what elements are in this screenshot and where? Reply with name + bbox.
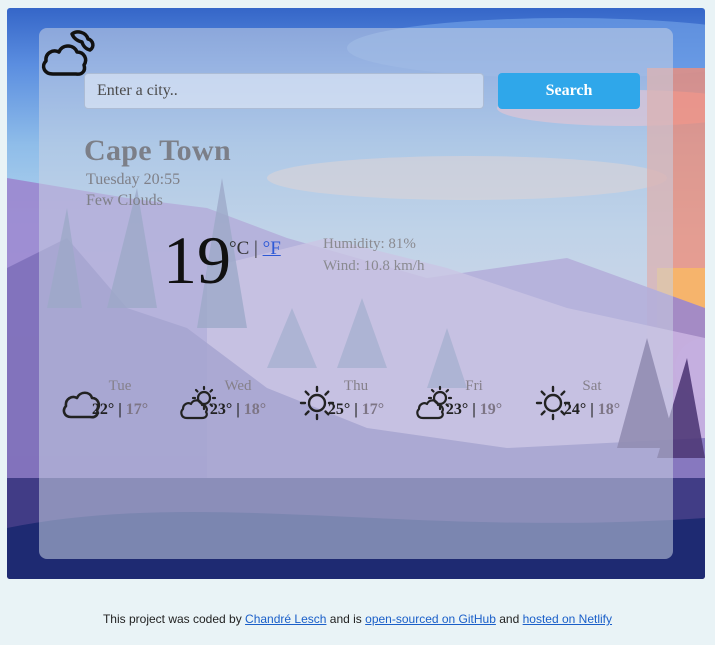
cloud-moon-icon: [41, 30, 95, 76]
footer: This project was coded by Chandré Lesch …: [0, 612, 715, 626]
weather-card: Search Cape Town Tuesday 20:55 Few Cloud…: [39, 28, 673, 559]
wind: Wind: 10.8 km/h: [323, 258, 425, 274]
city-search-input[interactable]: [84, 73, 484, 109]
humidity: Humidity: 81%: [323, 236, 416, 252]
unit-toggle: °C | °F: [229, 238, 281, 260]
forecast-min: 17°: [361, 401, 385, 418]
current-datetime: Tuesday 20:55: [86, 171, 181, 188]
github-link[interactable]: open-sourced on GitHub: [365, 612, 496, 626]
cloud-icon: [62, 391, 101, 419]
current-temperature: 19: [163, 222, 231, 298]
unit-celsius: °C: [229, 238, 250, 259]
forecast-min: 18°: [597, 401, 621, 418]
sun-cloud-icon: [180, 385, 217, 420]
forecast-separator: |: [236, 401, 240, 418]
search-button[interactable]: Search: [498, 73, 640, 109]
unit-fahrenheit-link[interactable]: °F: [263, 238, 281, 259]
forecast-min: 17°: [125, 401, 149, 418]
forecast-day: Wed 23° | 18°: [179, 378, 297, 420]
author-link[interactable]: Chandré Lesch: [245, 612, 326, 626]
netlify-link[interactable]: hosted on Netlify: [523, 612, 612, 626]
forecast-row: Tue 22° | 17° Wed 23° | 18° Thu 25° | 17…: [61, 378, 651, 488]
forecast-day: Thu 25° | 17°: [297, 378, 415, 421]
footer-and: and: [499, 612, 520, 626]
forecast-separator: |: [590, 401, 594, 418]
forecast-separator: |: [118, 401, 122, 418]
sun-cloud-icon: [416, 385, 453, 420]
forecast-day: Fri 23° | 19°: [415, 378, 533, 420]
forecast-min: 19°: [479, 401, 503, 418]
sun-icon: [535, 385, 571, 421]
city-name: Cape Town: [84, 134, 231, 167]
footer-prefix: This project was coded by: [102, 612, 242, 626]
sun-icon: [299, 385, 335, 421]
forecast-separator: |: [354, 401, 358, 418]
forecast-min: 18°: [243, 401, 267, 418]
forecast-separator: |: [472, 401, 476, 418]
weather-description: Few Clouds: [86, 192, 163, 209]
unit-separator: |: [254, 238, 258, 259]
background-landscape: Search Cape Town Tuesday 20:55 Few Cloud…: [7, 8, 705, 579]
footer-middle: and is: [329, 612, 362, 626]
forecast-day: Tue 22° | 17°: [61, 378, 179, 419]
forecast-day: Sat 24° | 18°: [533, 378, 651, 421]
